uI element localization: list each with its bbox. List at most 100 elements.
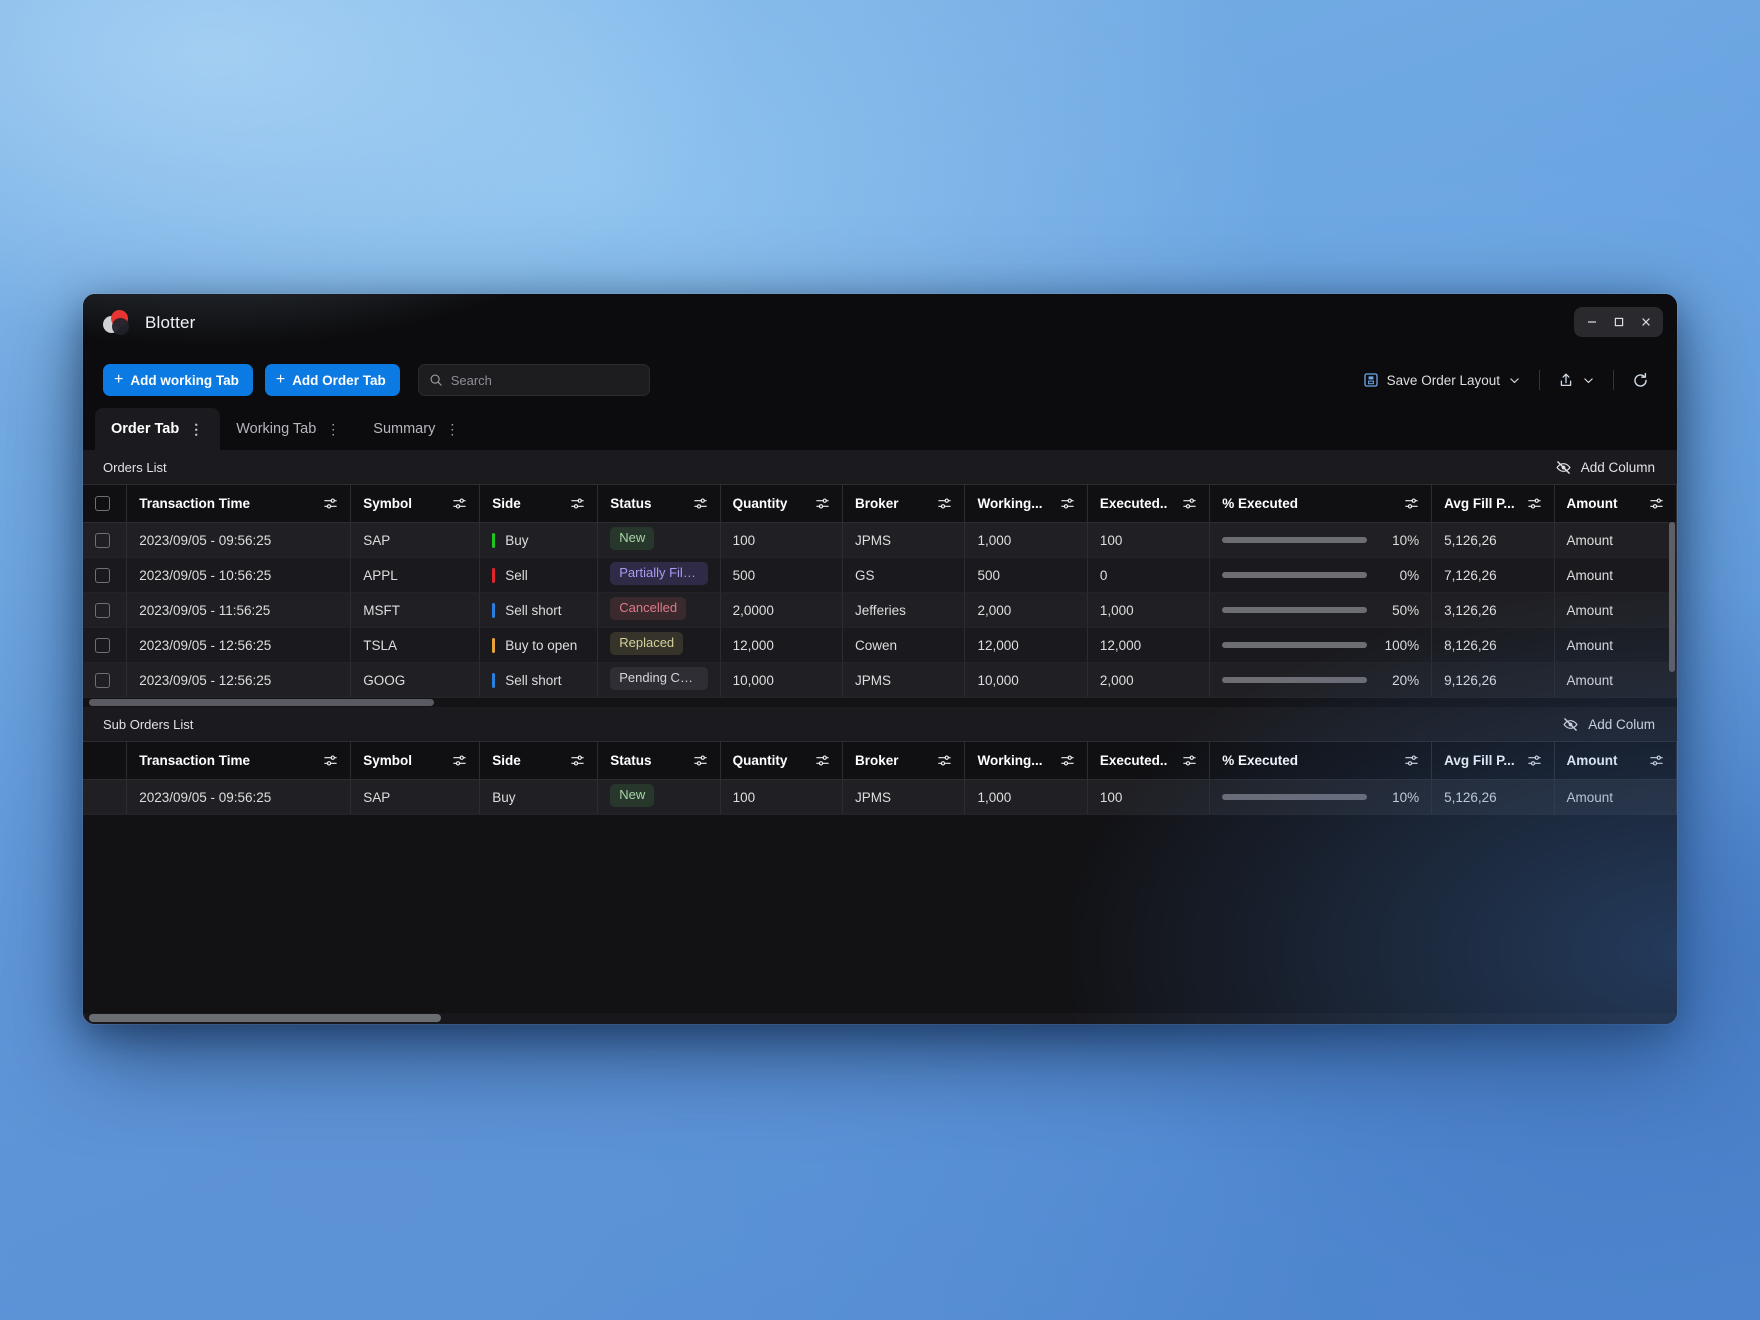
select-all-checkbox[interactable] [95,496,110,512]
row-select-cell[interactable] [83,627,128,663]
header-executed-qty[interactable]: Executed.. [1087,741,1211,780]
header-avg-fill-price[interactable]: Avg Fill P... [1431,484,1555,523]
column-filter-icon[interactable] [1649,753,1664,768]
sub-orders-table: Transaction Time Symbol Side Status Quan… [83,741,1677,815]
orders-table: Transaction Time Symbol Side Status Quan… [83,484,1677,698]
header-status[interactable]: Status [597,484,721,523]
tab-working-tab[interactable]: Working Tab ⋮ [220,408,357,450]
kebab-menu-icon[interactable]: ⋮ [326,422,341,436]
cell-avg-fill-price: 5,126,26 [1431,522,1555,558]
row-checkbox[interactable] [95,637,110,653]
header-amount[interactable]: Amount [1554,484,1677,523]
header-symbol[interactable]: Symbol [350,741,481,780]
column-filter-icon[interactable] [1060,496,1075,511]
table-row[interactable]: 2023/09/05 - 12:56:25 TSLA Buy to open Repl… [83,627,1677,663]
header-working-qty[interactable]: Working... [964,484,1088,523]
orders-scroll-thumb[interactable] [1669,522,1675,672]
table-row[interactable]: 2023/09/05 - 12:56:25 GOOG Sell short Pendi… [83,662,1677,698]
percent-label: 10% [1392,789,1420,805]
column-filter-icon[interactable] [693,496,708,511]
row-checkbox[interactable] [95,602,110,618]
row-checkbox[interactable] [95,532,110,548]
column-filter-icon[interactable] [1404,753,1419,768]
column-filter-icon[interactable] [452,753,467,768]
header-quantity[interactable]: Quantity [720,484,844,523]
header-label: Working... [977,753,1043,768]
row-select-cell[interactable] [83,662,128,698]
header-working-qty[interactable]: Working... [964,741,1088,780]
cell-transaction-time: 2023/09/05 - 12:56:25 [126,627,352,663]
column-filter-icon[interactable] [1527,496,1542,511]
search-input[interactable] [450,372,639,388]
panel-horizontal-scrollbar[interactable] [83,1013,1677,1024]
row-select-cell[interactable] [83,522,128,558]
sub-orders-list-title: Sub Orders List [103,716,194,732]
orders-vertical-scrollbar[interactable] [1669,522,1675,696]
table-row[interactable]: 2023/09/05 - 09:56:25 SAP Buy New 100 JPMS 1,0… [83,779,1677,815]
column-filter-icon[interactable] [1527,753,1542,768]
cell-broker: JPMS [842,522,966,558]
column-filter-icon[interactable] [815,496,830,511]
tab-order-tab[interactable]: Order Tab ⋮ [95,408,221,450]
column-filter-icon[interactable] [323,496,338,511]
header-transaction-time[interactable]: Transaction Time [126,484,352,523]
tab-summary[interactable]: Summary ⋮ [357,408,476,450]
header-broker[interactable]: Broker [842,484,966,523]
add-working-tab-button[interactable]: + Add working Tab [103,364,253,396]
header-quantity[interactable]: Quantity [720,741,844,780]
close-button[interactable] [1633,311,1658,333]
progress-track [1222,572,1368,578]
column-filter-icon[interactable] [1649,496,1664,511]
column-filter-icon[interactable] [815,753,830,768]
header-percent-executed[interactable]: % Executed [1209,741,1433,780]
maximize-button[interactable] [1606,311,1631,333]
refresh-button[interactable] [1622,366,1659,395]
add-order-tab-button[interactable]: + Add Order Tab [264,364,400,396]
panel-hscroll-thumb[interactable] [89,1014,441,1022]
header-avg-fill-price[interactable]: Avg Fill P... [1431,741,1555,780]
column-filter-icon[interactable] [570,496,585,511]
column-filter-icon[interactable] [323,753,338,768]
row-checkbox[interactable] [95,567,110,583]
column-filter-icon[interactable] [570,753,585,768]
kebab-menu-icon[interactable]: ⋮ [189,422,204,436]
table-row[interactable]: 2023/09/05 - 09:56:25 SAP Buy New 100 JPMS 1,0… [83,522,1677,558]
header-executed-qty[interactable]: Executed.. [1087,484,1211,523]
header-label: Avg Fill P... [1444,496,1515,511]
column-filter-icon[interactable] [1060,753,1075,768]
column-filter-icon[interactable] [693,753,708,768]
header-symbol[interactable]: Symbol [350,484,481,523]
sub-orders-add-column-button[interactable]: Add Colum [1556,713,1661,736]
share-button[interactable] [1548,366,1605,394]
toolbar-right-actions: Save Order Layout [1353,366,1659,395]
add-order-tab-label: Add Order Tab [292,372,386,388]
search-box[interactable] [417,364,650,396]
column-filter-icon[interactable] [1182,496,1197,511]
orders-hscroll-thumb[interactable] [89,699,434,706]
kebab-menu-icon[interactable]: ⋮ [445,422,460,436]
header-status[interactable]: Status [597,741,721,780]
save-order-layout-button[interactable]: Save Order Layout [1353,366,1531,394]
header-transaction-time[interactable]: Transaction Time [126,741,352,780]
cell-side: Buy to open [479,627,599,663]
header-percent-executed[interactable]: % Executed [1209,484,1433,523]
column-filter-icon[interactable] [452,496,467,511]
minimize-button[interactable] [1579,311,1604,333]
cell-executed-qty: 100 [1087,522,1211,558]
row-select-cell[interactable] [83,779,128,815]
table-row[interactable]: 2023/09/05 - 10:56:25 APPL Sell Partially F… [83,557,1677,593]
column-filter-icon[interactable] [937,496,952,511]
row-select-cell[interactable] [83,557,128,593]
header-side[interactable]: Side [479,484,599,523]
column-filter-icon[interactable] [1182,753,1197,768]
row-select-cell[interactable] [83,592,128,628]
table-row[interactable]: 2023/09/05 - 11:56:25 MSFT Sell short Cance… [83,592,1677,628]
orders-horizontal-scrollbar[interactable] [83,698,1677,707]
header-amount[interactable]: Amount [1554,741,1677,780]
orders-add-column-button[interactable]: Add Column [1549,456,1661,479]
column-filter-icon[interactable] [937,753,952,768]
header-broker[interactable]: Broker [842,741,966,780]
header-side[interactable]: Side [479,741,599,780]
row-checkbox[interactable] [95,672,110,688]
column-filter-icon[interactable] [1404,496,1419,511]
